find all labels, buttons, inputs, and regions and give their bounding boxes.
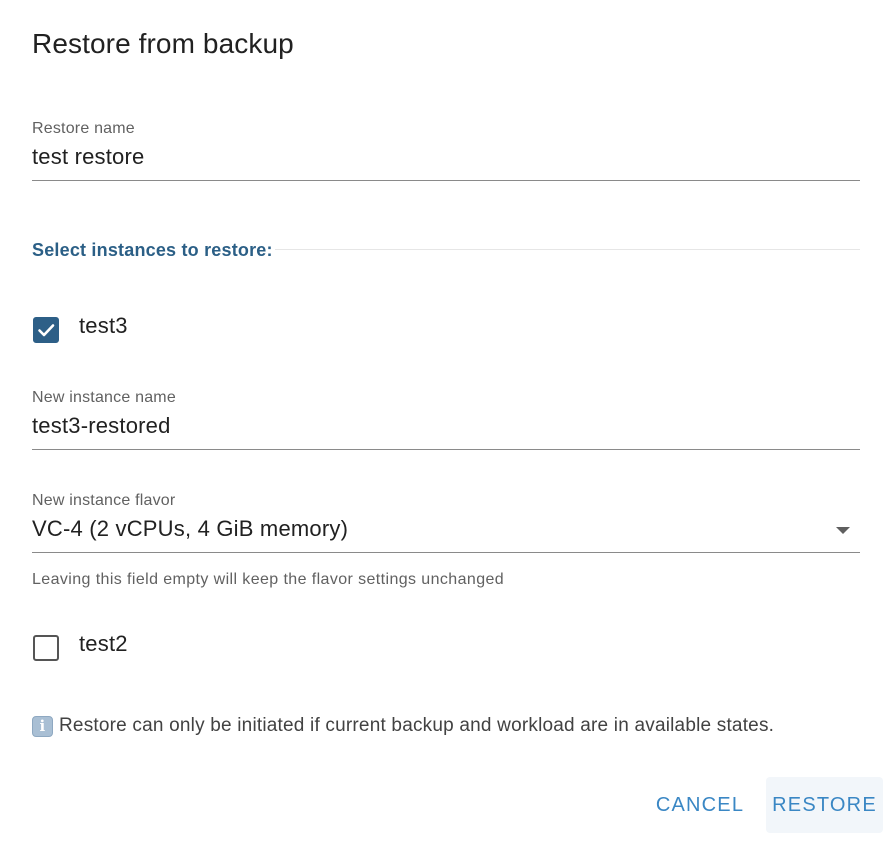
restore-name-input[interactable]: test restore	[32, 144, 860, 181]
flavor-hint: Leaving this field empty will keep the f…	[32, 571, 505, 588]
instance-label-test2: test2	[79, 631, 128, 656]
instance-checkbox-row-test2[interactable]: test2	[33, 631, 128, 661]
info-message: i Restore can only be initiated if curre…	[32, 715, 774, 737]
info-text: Restore can only be initiated if current…	[59, 715, 775, 736]
instances-section-title: Select instances to restore:	[32, 240, 275, 261]
checkmark-icon	[38, 324, 55, 337]
new-instance-name-label: New instance name	[32, 389, 176, 406]
instance-label-test3: test3	[79, 313, 128, 338]
restore-name-field[interactable]: Restore name test restore	[32, 120, 860, 181]
dropdown-arrow-icon[interactable]	[836, 527, 850, 534]
cancel-button[interactable]: CANCEL	[646, 777, 754, 833]
new-instance-flavor-field[interactable]: New instance flavor VC-4 (2 vCPUs, 4 GiB…	[32, 492, 860, 553]
info-icon: i	[32, 715, 53, 737]
new-instance-flavor-select[interactable]: VC-4 (2 vCPUs, 4 GiB memory)	[32, 516, 860, 553]
new-instance-name-input[interactable]: test3-restored	[32, 413, 860, 450]
new-instance-flavor-value: VC-4 (2 vCPUs, 4 GiB memory)	[32, 516, 349, 541]
dialog-title: Restore from backup	[32, 28, 294, 59]
new-instance-name-field[interactable]: New instance name test3-restored	[32, 389, 860, 450]
instance-checkbox-test2[interactable]	[33, 635, 59, 661]
restore-dialog: Restore from backup Restore name test re…	[0, 0, 896, 844]
instance-checkbox-row-test3[interactable]: test3	[33, 313, 128, 343]
restore-button[interactable]: RESTORE	[766, 777, 883, 833]
restore-name-label: Restore name	[32, 120, 135, 137]
instance-checkbox-test3[interactable]	[33, 317, 59, 343]
instances-section-title-text: Select instances to restore:	[32, 240, 275, 260]
new-instance-flavor-label: New instance flavor	[32, 492, 176, 509]
